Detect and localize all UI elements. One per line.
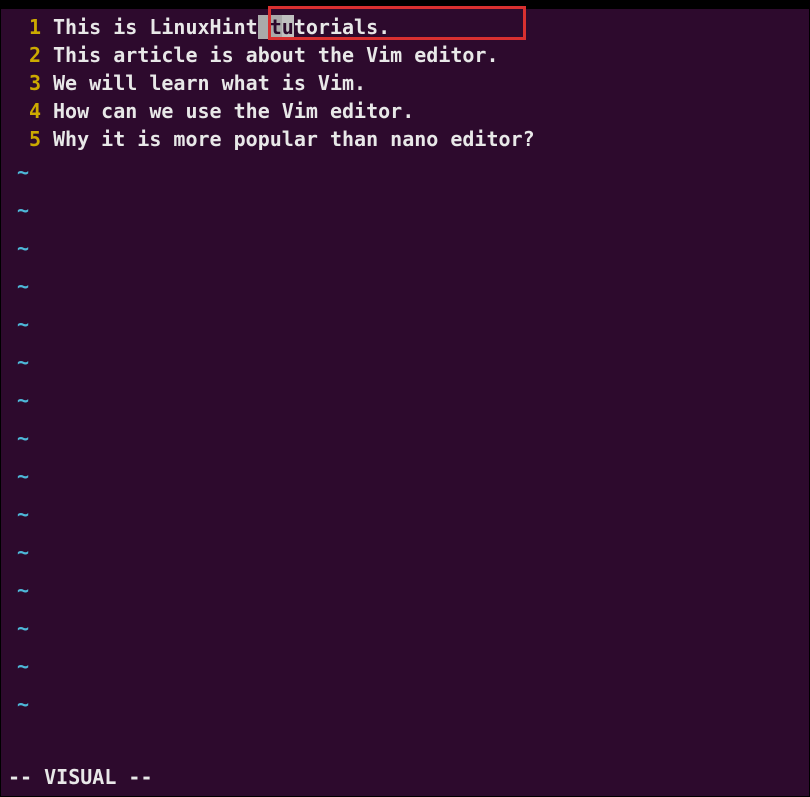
empty-line-tilde: ~ [9, 419, 801, 457]
visual-selection[interactable]: t [258, 15, 282, 39]
empty-line-tilde: ~ [9, 647, 801, 685]
editor-line[interactable]: 2 This article is about the Vim editor. [9, 41, 801, 69]
line-text[interactable]: Why it is more popular than nano editor? [53, 125, 535, 153]
window-top-bar [1, 1, 809, 9]
empty-line-tilde: ~ [9, 571, 801, 609]
text-segment[interactable]: This is LinuxHint [53, 15, 258, 39]
line-text[interactable]: How can we use the Vim editor. [53, 97, 414, 125]
editor-line[interactable]: 3 We will learn what is Vim. [9, 69, 801, 97]
empty-line-tilde: ~ [9, 457, 801, 495]
line-number: 4 [9, 97, 41, 125]
empty-line-tilde: ~ [9, 305, 801, 343]
line-number: 3 [9, 69, 41, 97]
text-editor-area[interactable]: 1 This is LinuxHint tutorials. 2 This ar… [1, 9, 809, 727]
empty-line-tilde: ~ [9, 685, 801, 723]
empty-line-tilde: ~ [9, 381, 801, 419]
empty-line-tilde: ~ [9, 229, 801, 267]
editor-line[interactable]: 4 How can we use the Vim editor. [9, 97, 801, 125]
line-number: 2 [9, 41, 41, 69]
editor-line[interactable]: 5 Why it is more popular than nano edito… [9, 125, 801, 153]
line-number: 5 [9, 125, 41, 153]
line-text[interactable]: This is LinuxHint tutorials. [53, 13, 390, 41]
empty-line-tilde: ~ [9, 533, 801, 571]
empty-line-tilde: ~ [9, 609, 801, 647]
empty-line-tilde: ~ [9, 153, 801, 191]
empty-line-tilde: ~ [9, 267, 801, 305]
empty-line-tilde: ~ [9, 191, 801, 229]
vim-mode-indicator: -- VISUAL -- [8, 765, 153, 789]
line-text[interactable]: We will learn what is Vim. [53, 69, 366, 97]
cursor[interactable]: u [282, 15, 294, 39]
line-text[interactable]: This article is about the Vim editor. [53, 41, 499, 69]
empty-line-tilde: ~ [9, 495, 801, 533]
text-segment[interactable]: torials. [294, 15, 390, 39]
editor-line[interactable]: 1 This is LinuxHint tutorials. [9, 13, 801, 41]
empty-line-tilde: ~ [9, 343, 801, 381]
line-number: 1 [9, 13, 41, 41]
